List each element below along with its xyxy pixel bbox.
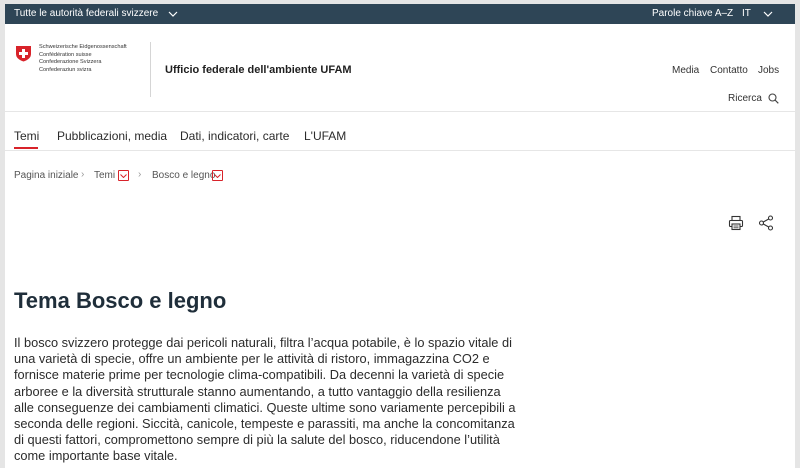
breadcrumb-bosco-dropdown[interactable] — [212, 170, 223, 181]
chevron-down-icon — [168, 11, 178, 17]
site-header: Schweizerische Eidgenossenschaft Confédé… — [5, 24, 795, 112]
breadcrumb-separator: › — [81, 169, 85, 180]
breadcrumb-separator: › — [138, 169, 142, 180]
print-icon[interactable] — [728, 215, 744, 231]
meta-nav-media[interactable]: Media — [672, 65, 699, 76]
confederation-line: Schweizerische Eidgenossenschaft — [39, 44, 127, 50]
share-icon[interactable] — [758, 215, 774, 231]
browser-viewport: Tutte le autorità federali svizzere Paro… — [5, 4, 795, 468]
lead-paragraph: Il bosco svizzero protegge dai pericoli … — [14, 335, 516, 464]
page-title: Tema Bosco e legno — [14, 288, 227, 313]
breadcrumb-temi-dropdown[interactable] — [118, 170, 129, 181]
keywords-link[interactable]: Parole chiave A–Z — [652, 8, 733, 19]
confederation-line: Confédération suisse — [39, 51, 92, 58]
meta-nav-jobs[interactable]: Jobs — [758, 65, 779, 76]
chevron-down-icon — [120, 173, 127, 178]
active-nav-indicator — [14, 147, 38, 149]
office-name[interactable]: Ufficio federale dell'ambiente UFAM — [165, 64, 352, 76]
confederation-line: Confederaziun svizra — [39, 66, 92, 73]
search-button[interactable]: Ricerca — [728, 93, 779, 104]
swiss-flag-icon[interactable] — [15, 45, 32, 62]
nav-item-about[interactable]: L'UFAM — [304, 129, 346, 143]
breadcrumb-temi[interactable]: Temi — [94, 170, 115, 181]
chevron-down-icon — [214, 173, 221, 178]
search-label: Ricerca — [728, 93, 762, 104]
search-icon — [768, 93, 779, 104]
breadcrumb-home[interactable]: Pagina iniziale — [14, 170, 79, 181]
confederation-logo-text[interactable]: Schweizerische Eidgenossenschaft Confédé… — [39, 44, 127, 74]
nav-item-data[interactable]: Dati, indicatori, carte — [180, 129, 289, 143]
meta-nav-contact[interactable]: Contatto — [710, 65, 748, 76]
nav-item-publications[interactable]: Pubblicazioni, media — [57, 129, 167, 143]
breadcrumb-bosco[interactable]: Bosco e legno — [152, 170, 215, 181]
chevron-down-icon — [763, 11, 773, 17]
language-selector[interactable]: IT — [742, 8, 773, 19]
confederation-line: Confederazione Svizzera — [39, 59, 102, 66]
authorities-dropdown[interactable]: Tutte le autorità federali svizzere — [14, 8, 178, 19]
language-label: IT — [742, 8, 751, 19]
header-divider — [150, 42, 151, 97]
nav-item-temi[interactable]: Temi — [14, 129, 39, 143]
main-navigation: Temi Pubblicazioni, media Dati, indicato… — [5, 112, 795, 151]
top-bar: Tutte le autorità federali svizzere Paro… — [5, 4, 795, 24]
authorities-label: Tutte le autorità federali svizzere — [14, 8, 159, 19]
